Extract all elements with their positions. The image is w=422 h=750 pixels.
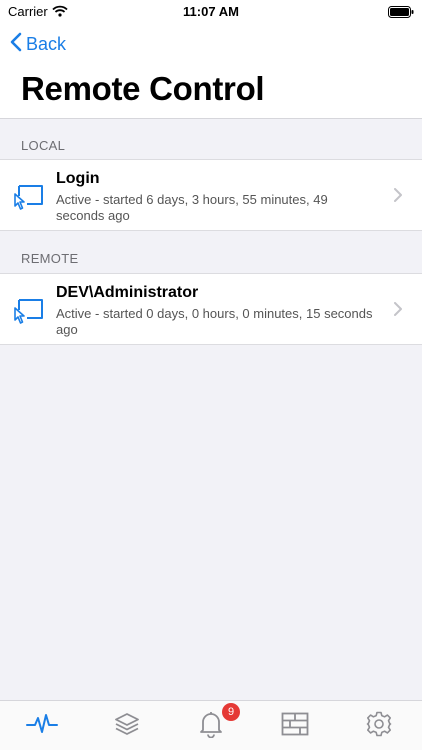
tab-servers[interactable] <box>280 711 310 741</box>
page-title: Remote Control <box>21 70 265 107</box>
navigation-header: Carrier 11:07 AM Back Remote Control <box>0 0 422 119</box>
gear-icon <box>366 711 392 742</box>
notification-badge: 9 <box>222 703 240 721</box>
row-title: DEV\Administrator <box>56 284 199 301</box>
back-label: Back <box>26 33 67 54</box>
remote-screen-icon <box>10 296 46 331</box>
chevron-left-icon <box>10 32 22 57</box>
chevron-right-icon <box>394 188 402 207</box>
row-title: Login <box>56 170 100 187</box>
activity-pulse-icon <box>26 712 58 741</box>
back-button[interactable]: Back <box>10 32 66 56</box>
layers-icon <box>114 711 140 742</box>
tab-settings[interactable] <box>364 711 394 741</box>
tab-activity[interactable] <box>26 711 58 741</box>
row-subtitle: Active - started 6 days, 3 hours, 55 min… <box>56 192 328 223</box>
bell-icon <box>198 710 224 743</box>
status-bar: Carrier 11:07 AM <box>0 0 422 24</box>
server-rack-icon <box>281 712 309 741</box>
battery-icon <box>388 5 414 23</box>
remote-screen-icon <box>10 182 46 217</box>
list-item-dev-administrator[interactable]: DEV\Administrator Active - started 0 day… <box>0 273 422 345</box>
tab-notifications[interactable] <box>196 711 226 741</box>
section-header-remote: REMOTE <box>21 251 79 266</box>
tab-bar <box>0 700 422 750</box>
chevron-right-icon <box>394 302 402 321</box>
row-subtitle: Active - started 0 days, 0 hours, 0 minu… <box>56 306 373 337</box>
tab-layers[interactable] <box>112 711 142 741</box>
list-item-login[interactable]: Login Active - started 6 days, 3 hours, … <box>0 159 422 231</box>
clock: 11:07 AM <box>183 4 239 19</box>
section-header-local: LOCAL <box>21 138 66 153</box>
